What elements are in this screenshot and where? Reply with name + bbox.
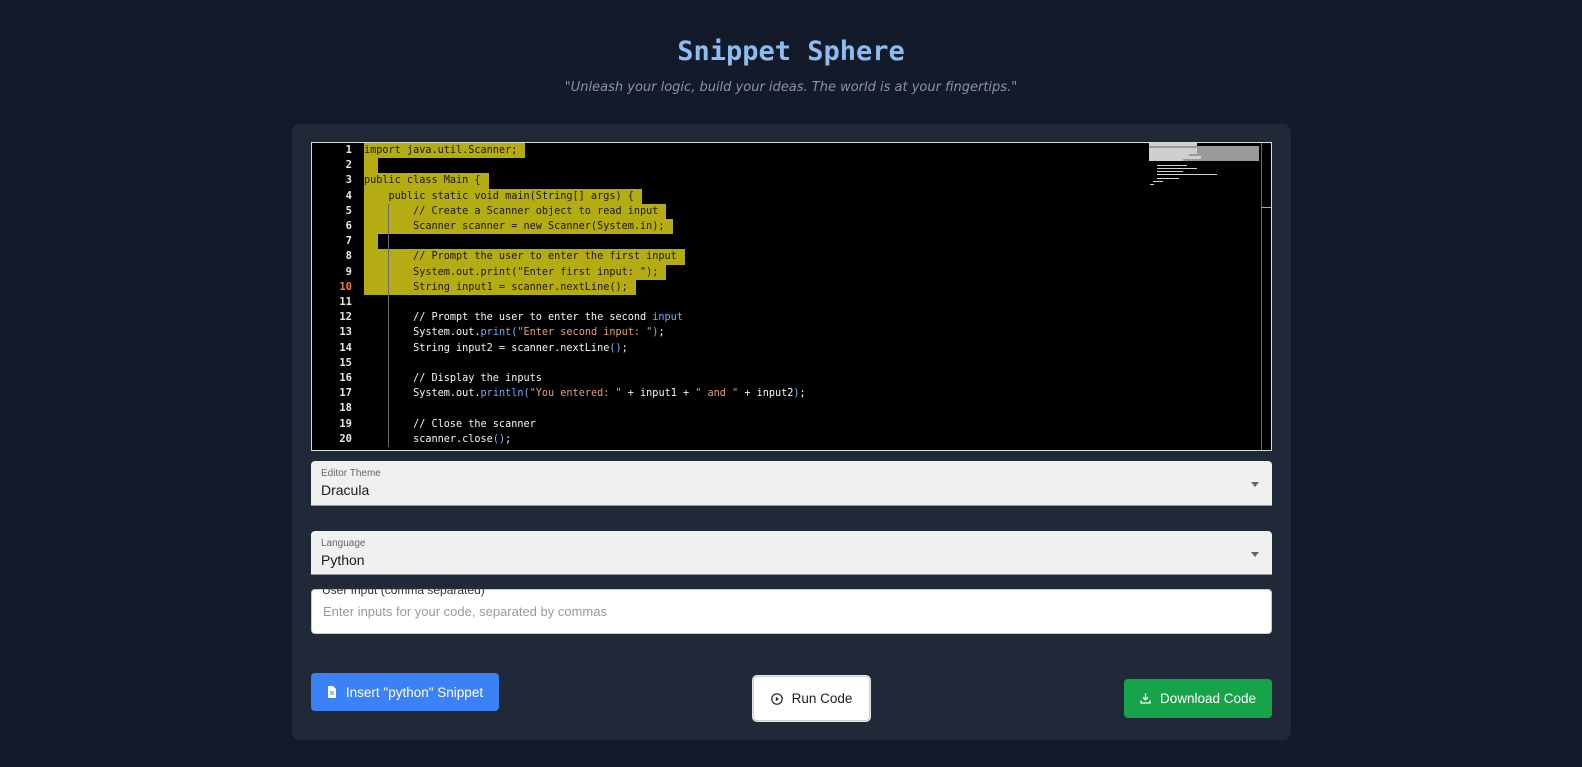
download-code-label: Download Code — [1159, 691, 1257, 706]
code-line[interactable]: String input2 = scanner.nextLine(); — [364, 341, 628, 356]
editor-theme-select[interactable]: Editor Theme Dracula — [311, 461, 1272, 506]
file-code-icon — [327, 686, 337, 698]
line-number: 20 — [339, 432, 352, 445]
code-line[interactable]: // Prompt the user to enter the second i… — [364, 310, 683, 325]
editor-card: 1 2 3 4 5 6 7 8 9 10 11 12 13 14 15 16 17 18 19 20 import j… — [292, 124, 1291, 740]
minimap-block — [1149, 159, 1183, 161]
editor-theme-value: Dracula — [321, 482, 370, 498]
editor-theme-label: Editor Theme — [321, 468, 381, 479]
insert-snippet-label: Insert "python" Snippet — [345, 684, 484, 700]
minimap-block — [1157, 165, 1187, 166]
code-line[interactable]: // Close the scanner — [364, 417, 536, 432]
line-number-gutter: 1 2 3 4 5 6 7 8 9 10 11 12 13 14 15 16 17 18 19 20 — [312, 143, 364, 450]
minimap-block — [1157, 174, 1217, 175]
line-number: 14 — [339, 341, 352, 354]
line-number: 18 — [339, 402, 352, 415]
minimap-block — [1157, 168, 1197, 169]
download-icon — [1140, 693, 1151, 704]
code-line[interactable]: Scanner scanner = new Scanner(System.in)… — [364, 219, 673, 235]
run-code-button[interactable]: Run Code — [753, 676, 870, 721]
code-area[interactable]: import java.util.Scanner; public class M… — [364, 143, 1149, 450]
code-line[interactable]: String input1 = scanner.nextLine(); — [364, 279, 636, 295]
user-input-field[interactable]: User Input (comma separated) — [311, 583, 1272, 634]
line-number: 8 — [345, 250, 352, 263]
page-subtitle: "Unleash your logic, build your ideas. T… — [564, 80, 1018, 95]
chevron-down-icon[interactable] — [1251, 552, 1259, 557]
line-number: 15 — [339, 356, 352, 369]
minimap-block — [1157, 171, 1183, 172]
chevron-down-icon[interactable] — [1251, 482, 1259, 487]
minimap-block — [1150, 184, 1154, 185]
line-number: 6 — [345, 220, 352, 232]
code-line[interactable]: // Create a Scanner object to read input — [364, 203, 667, 219]
editor-scrollbar[interactable] — [1261, 143, 1271, 450]
editor-scroll-thumb[interactable] — [1261, 207, 1271, 208]
line-number: 7 — [345, 235, 352, 248]
code-line[interactable]: import java.util.Scanner; — [364, 143, 526, 159]
download-code-button[interactable]: Download Code — [1124, 679, 1272, 718]
page-title: Snippet Sphere — [677, 36, 905, 67]
line-number: 10 — [339, 280, 352, 293]
line-number: 16 — [339, 372, 352, 384]
run-code-label: Run Code — [791, 691, 853, 706]
code-line[interactable]: public static void main(String[] args) { — [364, 188, 642, 204]
line-number: 9 — [345, 265, 352, 278]
line-number: 2 — [345, 159, 352, 172]
code-line[interactable]: // Display the inputs — [364, 371, 542, 386]
line-number: 12 — [339, 311, 352, 324]
line-number: 3 — [345, 174, 352, 187]
line-number: 5 — [345, 204, 352, 217]
code-line[interactable] — [364, 234, 379, 250]
code-line[interactable]: System.out.println("You entered: " + inp… — [364, 386, 806, 401]
language-label: Language — [321, 538, 366, 549]
line-number: 17 — [339, 387, 352, 400]
code-editor[interactable]: 1 2 3 4 5 6 7 8 9 10 11 12 13 14 15 16 17 18 19 20 import j… — [311, 142, 1272, 451]
code-line[interactable]: System.out.print("Enter first input: "); — [364, 264, 667, 280]
minimap-block — [1157, 178, 1179, 179]
user-input-label: User Input (comma separated) — [322, 583, 485, 597]
language-select[interactable]: Language Python — [311, 531, 1272, 575]
editor-minimap[interactable] — [1149, 143, 1261, 209]
language-value: Python — [321, 552, 365, 568]
code-line[interactable]: System.out.print("Enter second input: ")… — [364, 325, 665, 340]
line-number: 4 — [345, 189, 352, 202]
line-number: 1 — [345, 144, 352, 156]
insert-snippet-button[interactable]: Insert "python" Snippet — [311, 673, 499, 711]
code-line[interactable]: // Prompt the user to enter the first in… — [364, 249, 685, 265]
code-line[interactable]: scanner.close(); — [364, 432, 511, 447]
line-number: 19 — [339, 417, 352, 430]
minimap-block — [1153, 181, 1163, 182]
code-line[interactable] — [364, 158, 379, 174]
line-number: 13 — [339, 326, 352, 339]
indent-guide — [388, 203, 389, 447]
play-circle-icon — [770, 692, 783, 705]
code-line[interactable]: public class Main { — [364, 173, 489, 189]
line-number: 11 — [339, 296, 352, 308]
